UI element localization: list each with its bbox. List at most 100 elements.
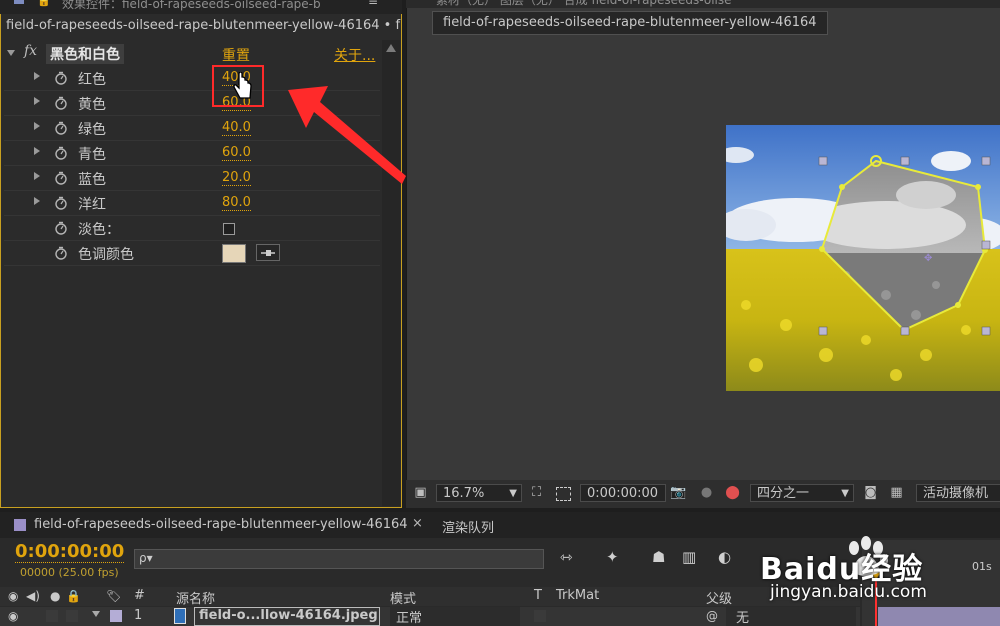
magnification-dropdown[interactable]: 16.7% ▼ (436, 484, 522, 502)
column-number: # (134, 588, 145, 603)
lock-icon[interactable]: 🔒 (37, 0, 51, 7)
draft-3d-icon[interactable]: ✦ (606, 548, 619, 566)
svg-text:✥: ✥ (924, 253, 932, 264)
layer-label-color[interactable] (110, 610, 122, 622)
composition-mini-flowchart-icon[interactable]: ⇿ (560, 548, 573, 566)
property-label: 洋红 (78, 197, 106, 213)
timeline-search-input[interactable]: ρ▾ (134, 549, 544, 569)
property-label: 黄色 (78, 97, 106, 113)
pickwhip-icon[interactable]: @ (706, 609, 718, 623)
frame-rate-info: 00000 (25.00 fps) (20, 566, 119, 579)
column-trkmat[interactable]: TrkMat (556, 588, 599, 603)
stopwatch-icon[interactable] (54, 121, 68, 135)
property-value-green[interactable]: 40.0 (222, 121, 251, 136)
label-icon[interactable]: 🏷 (106, 589, 121, 603)
property-value-cyan[interactable]: 60.0 (222, 146, 251, 161)
region-of-interest-icon[interactable]: ▣ (412, 485, 429, 501)
composition-icon (14, 519, 26, 531)
stopwatch-icon[interactable] (54, 196, 68, 210)
effect-controls-tab[interactable]: 效果控件：field-of-rapeseeds-oilseed-rape-b (62, 0, 321, 12)
stopwatch-icon[interactable] (54, 146, 68, 160)
expand-triangle-icon[interactable] (34, 147, 40, 155)
reset-link[interactable]: 重置 (222, 45, 250, 65)
camera-dropdown[interactable]: 活动摄像机 (916, 484, 1000, 502)
frame-blending-icon[interactable]: ▥ (682, 548, 696, 566)
timeline-comp-tab[interactable]: field-of-rapeseeds-oilseed-rape-blutenme… (34, 517, 408, 532)
property-label: 蓝色 (78, 172, 106, 188)
image-file-icon (174, 608, 186, 624)
property-row-magenta: 洋红 80.0 (4, 191, 380, 216)
layer-path-label: field-of-rapeseeds-oilseed-rape-blutenme… (6, 18, 401, 33)
tint-checkbox[interactable] (223, 223, 235, 235)
effect-controls-tabbar: 🔒 效果控件：field-of-rapeseeds-oilseed-rape-b… (0, 0, 402, 14)
toggle-transparency-icon[interactable]: ▦ (888, 485, 905, 501)
expand-triangle-icon[interactable] (34, 122, 40, 130)
hand-cursor-icon (233, 72, 252, 99)
eye-icon[interactable]: ◉ (8, 609, 18, 623)
chevron-down-icon: ▼ (841, 488, 849, 499)
composition-tabbar: 素材（无） 图层（无） 合成 field-of-rapeseeds-oilse (406, 0, 1000, 8)
panel-options-icon[interactable]: ≡ (368, 0, 378, 8)
transparency-grid-icon[interactable] (556, 487, 571, 501)
stopwatch-icon[interactable] (54, 221, 68, 235)
timeline-current-time[interactable]: 0:00:00:00 (15, 542, 125, 563)
layer-expand-icon[interactable] (92, 611, 100, 617)
property-label: 青色 (78, 147, 106, 163)
column-mode[interactable]: 模式 (390, 588, 416, 607)
grid-guides-icon[interactable]: ⛶ (528, 485, 545, 501)
property-value-magenta[interactable]: 80.0 (222, 196, 251, 211)
fx-toggle-icon[interactable]: fx (24, 43, 37, 59)
composition-name-tab[interactable]: field-of-rapeseeds-oilseed-rape-blutenme… (432, 11, 828, 35)
baidu-watermark: Baidu经验 jingyan.baidu.com (730, 536, 1000, 610)
channel-icon[interactable]: ⬤ (724, 485, 741, 501)
composition-toolbar: ▣ 16.7% ▼ ⛶ 0:00:00:00 📷 ● ⬤ 四分之一 ▼ ◙ ▦ 活动… (406, 480, 1000, 508)
stopwatch-icon[interactable] (54, 246, 68, 260)
expand-triangle-icon[interactable] (34, 172, 40, 180)
property-label: 红色 (78, 72, 106, 88)
layer-name[interactable]: field-o...llow-46164.jpeg (194, 607, 380, 626)
lock-column-icon[interactable]: 🔒 (66, 589, 81, 603)
solo-icon[interactable]: ● (50, 589, 60, 603)
about-link[interactable]: 关于... (334, 45, 375, 65)
collapse-triangle-icon[interactable] (7, 50, 15, 56)
expand-triangle-icon[interactable] (34, 72, 40, 80)
show-snapshot-icon[interactable]: ● (698, 485, 715, 501)
property-value-blue[interactable]: 20.0 (222, 171, 251, 186)
property-label: 淡色： (78, 222, 120, 238)
expand-triangle-icon[interactable] (34, 97, 40, 105)
resolution-value: 四分之一 (757, 486, 810, 501)
effect-header-row[interactable]: fx 黑色和白色 重置 关于... (4, 42, 380, 66)
annotation-arrow-icon (288, 86, 406, 184)
chevron-down-icon: ▼ (509, 488, 517, 499)
scroll-up-icon[interactable] (386, 44, 396, 52)
stopwatch-icon[interactable] (54, 171, 68, 185)
render-queue-tab[interactable]: 渲染队列 (442, 517, 494, 536)
eyedropper-icon[interactable] (256, 244, 280, 261)
resolution-dropdown[interactable]: 四分之一 ▼ (750, 484, 854, 502)
property-row-tint-color: 色调颜色 (4, 241, 380, 266)
hide-shy-layers-icon[interactable]: ☗ (652, 548, 665, 566)
magnification-value: 16.7% (443, 486, 485, 501)
layer-number: 1 (134, 608, 143, 623)
stopwatch-icon[interactable] (54, 96, 68, 110)
close-tab-icon[interactable]: × (412, 516, 423, 531)
fast-preview-icon[interactable]: ◙ (862, 485, 879, 501)
effect-name[interactable]: 黑色和白色 (46, 44, 124, 64)
stopwatch-icon[interactable] (54, 71, 68, 85)
snapshot-icon[interactable]: 📷 (670, 485, 687, 501)
column-source-name[interactable]: 源名称 (176, 588, 215, 607)
eye-icon[interactable]: ◉ (8, 589, 18, 603)
column-t[interactable]: T (534, 588, 542, 603)
expand-triangle-icon[interactable] (34, 197, 40, 205)
preserve-transparency-toggle[interactable] (534, 610, 546, 622)
audio-icon[interactable]: ◀) (26, 589, 40, 603)
viewer-tabs[interactable]: 素材（无） 图层（无） 合成 field-of-rapeseeds-oilse (436, 0, 732, 8)
solo-toggle[interactable] (46, 610, 58, 622)
tint-color-swatch[interactable] (222, 244, 246, 263)
current-time-field[interactable]: 0:00:00:00 (580, 484, 666, 502)
lock-toggle[interactable] (66, 610, 78, 622)
blend-mode-dropdown[interactable]: 正常 (390, 607, 520, 626)
panel-menu-icon[interactable] (14, 0, 24, 4)
composition-preview-image[interactable]: ✥ (726, 125, 1000, 391)
column-parent[interactable]: 父级 (706, 588, 732, 607)
